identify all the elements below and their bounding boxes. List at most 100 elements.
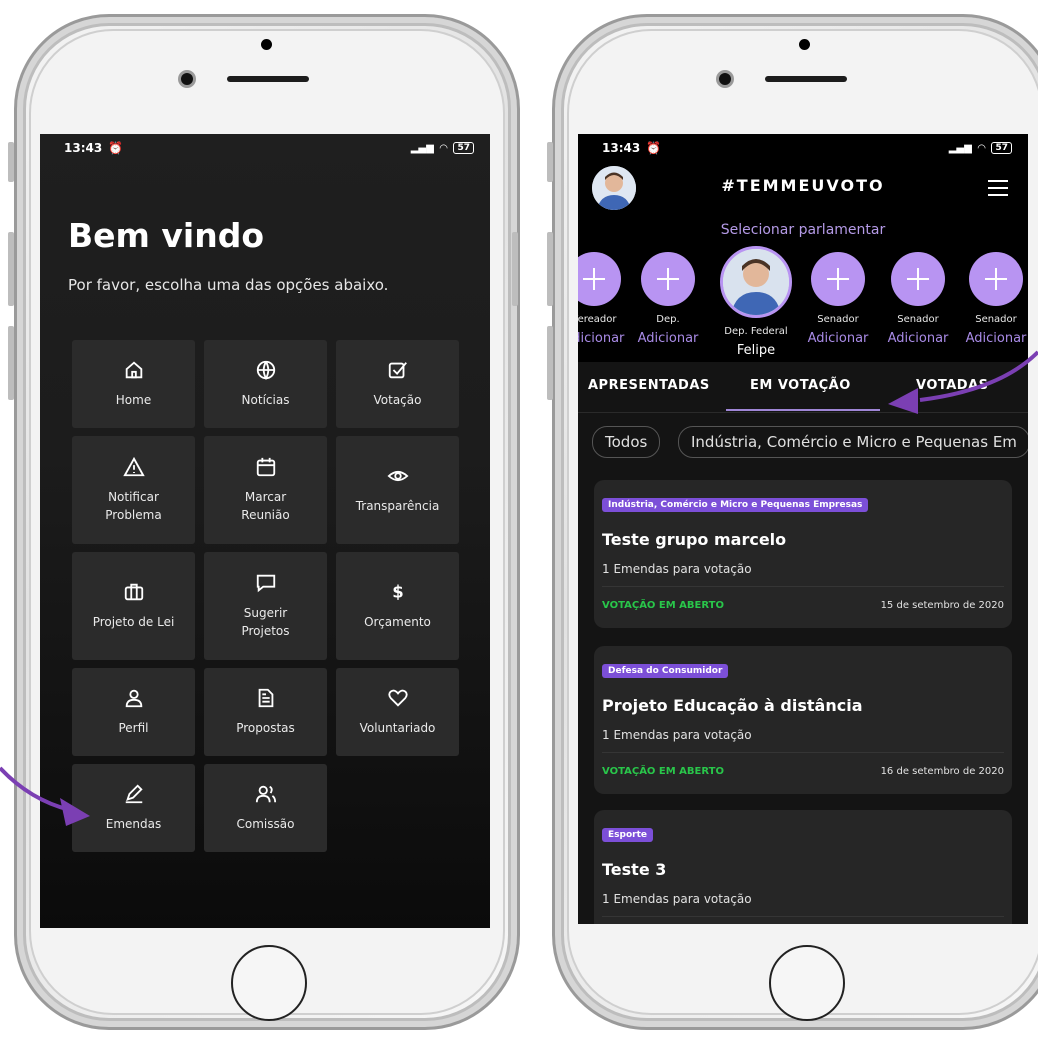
app-brand: #TEMMEUVOTO <box>721 176 885 195</box>
menu-tile-votação[interactable]: Votação <box>336 340 459 428</box>
users-icon <box>255 785 276 803</box>
project-card[interactable]: Indústria, Comércio e Micro e Pequenas E… <box>594 480 1012 628</box>
parlamentar-action: Adicionar <box>578 331 625 346</box>
menu-tile-marcar-reunião[interactable]: Marcar Reunião <box>204 436 327 544</box>
side-button[interactable] <box>8 326 14 400</box>
menu-tile-label: Projeto de Lei <box>92 615 175 629</box>
side-button[interactable] <box>8 232 14 306</box>
category-badge: Indústria, Comércio e Micro e Pequenas E… <box>602 498 869 512</box>
menu-tile-propostas[interactable]: Propostas <box>204 668 327 756</box>
pen-icon <box>125 784 143 804</box>
menu-tile-label: Sugerir Projetos <box>241 606 290 638</box>
parlamentar-role: Dep. <box>656 314 680 325</box>
menu-tile-comissão[interactable]: Comissão <box>204 764 327 852</box>
menu-tile-label: Votação <box>373 393 422 407</box>
side-button[interactable] <box>547 326 553 400</box>
project-title: Projeto Educação à distância <box>602 696 863 715</box>
menu-tile-notícias[interactable]: Notícias <box>204 340 327 428</box>
parlamentar-role: Dep. Federal <box>724 326 788 337</box>
side-button[interactable] <box>547 142 553 182</box>
home-button[interactable] <box>231 945 307 1021</box>
menu-tile-voluntariado[interactable]: Voluntariado <box>336 668 459 756</box>
hamburger-menu-icon[interactable] <box>988 180 1008 201</box>
filter-chip-category[interactable]: Indústria, Comércio e Micro e Pequenas E… <box>678 426 1028 458</box>
side-button[interactable] <box>547 232 553 306</box>
parlamentar-item[interactable]: Dep. Federal Felipe <box>718 246 794 358</box>
parlamentar-item[interactable]: Senador Adicionar <box>958 252 1028 346</box>
signal-icon: ▂▄▆ <box>410 142 434 154</box>
project-date: 15 de setembro de 2020 <box>880 600 1004 611</box>
menu-tile-label: Home <box>115 393 152 407</box>
menu-tile-label: Emendas <box>105 817 162 831</box>
menu-tile-projeto-de-lei[interactable]: Projeto de Lei <box>72 552 195 660</box>
side-button[interactable] <box>512 232 518 306</box>
parlamentar-role: Senador <box>897 314 939 325</box>
calendar-icon <box>256 457 275 477</box>
project-card[interactable]: Defesa do Consumidor Projeto Educação à d… <box>594 646 1012 794</box>
parlamentar-role: Vereador <box>578 314 617 325</box>
battery-icon: 57 <box>991 142 1012 154</box>
checkbox-icon <box>388 362 407 379</box>
battery-icon: 57 <box>453 142 474 154</box>
front-sensor <box>799 39 810 50</box>
parlamentar-item[interactable]: Senador Adicionar <box>880 252 956 346</box>
parlamentar-role: Senador <box>817 314 859 325</box>
status-badge: VOTAÇÃO EM ABERTO <box>602 600 724 611</box>
comment-icon <box>256 574 275 593</box>
front-sensor <box>261 39 272 50</box>
earpiece-speaker <box>227 76 309 82</box>
briefcase-icon <box>124 583 143 601</box>
warning-icon <box>122 456 145 477</box>
filter-chip-todos[interactable]: Todos <box>592 426 661 458</box>
active-tab-indicator <box>726 409 880 411</box>
home-button[interactable] <box>769 945 845 1021</box>
tab-apresentadas[interactable]: APRESENTADAS <box>588 378 710 393</box>
menu-tile-label: Orçamento <box>364 615 431 629</box>
status-bar: 13:43 ⏰ ▂▄▆ ◠ 57 <box>578 134 1028 162</box>
eye-icon <box>386 470 409 482</box>
svg-text:$: $ <box>392 583 403 602</box>
parlamentar-action: Adicionar <box>637 331 699 346</box>
front-camera-icon <box>181 73 193 85</box>
menu-tile-emendas[interactable]: Emendas <box>72 764 195 852</box>
add-icon <box>578 252 621 306</box>
status-badge: VOTAÇÃO EM ABERTO <box>602 766 724 777</box>
project-card[interactable]: Esporte Teste 3 1 Emendas para votação <box>594 810 1012 924</box>
menu-tile-label: Marcar Reunião <box>241 490 290 522</box>
project-subtitle: 1 Emendas para votação <box>602 562 752 576</box>
menu-tile-label: Propostas <box>236 721 295 735</box>
signal-icon: ▂▄▆ <box>948 142 972 154</box>
menu-tile-notificar-problema[interactable]: Notificar Problema <box>72 436 195 544</box>
menu-tile-sugerir-projetos[interactable]: Sugerir Projetos <box>204 552 327 660</box>
parlamentar-action: Felipe <box>736 343 776 358</box>
project-date: 16 de setembro de 2020 <box>880 766 1004 777</box>
menu-tile-label: Comissão <box>236 817 295 831</box>
parlamentar-action: Adicionar <box>887 331 949 346</box>
parlamentar-item[interactable]: Vereador Adicionar <box>578 252 632 346</box>
page-title: Bem vindo <box>68 216 265 255</box>
menu-tile-label: Notificar Problema <box>105 490 162 522</box>
divider <box>602 916 1004 917</box>
add-icon <box>641 252 695 306</box>
parlamentar-item[interactable]: Dep. Adicionar <box>630 252 706 346</box>
tab-votadas[interactable]: VOTADAS <box>916 378 989 393</box>
add-icon <box>811 252 865 306</box>
tab-em-votacao[interactable]: EM VOTAÇÃO <box>750 378 851 393</box>
side-button[interactable] <box>8 142 14 182</box>
menu-tile-perfil[interactable]: Perfil <box>72 668 195 756</box>
dollar-icon: $ <box>392 583 403 602</box>
page-subtitle: Por favor, escolha uma das opções abaixo… <box>68 276 389 294</box>
alarm-icon: ⏰ <box>646 141 662 155</box>
globe-icon <box>256 360 275 381</box>
parlamentar-photo <box>720 246 792 318</box>
alarm-icon: ⏰ <box>108 141 124 155</box>
menu-tile-transparência[interactable]: Transparência <box>336 436 459 544</box>
parlamentar-item[interactable]: Senador Adicionar <box>800 252 876 346</box>
project-subtitle: 1 Emendas para votação <box>602 728 752 742</box>
menu-tile-home[interactable]: Home <box>72 340 195 428</box>
category-badge: Defesa do Consumidor <box>602 664 729 678</box>
menu-tile-orçamento[interactable]: $ Orçamento <box>336 552 459 660</box>
wifi-icon: ◠ <box>439 142 448 154</box>
menu-tile-label: Perfil <box>118 721 149 735</box>
header: 13:43 ⏰ ▂▄▆ ◠ 57 #TEMMEUVOTO Selecionar … <box>578 134 1028 362</box>
